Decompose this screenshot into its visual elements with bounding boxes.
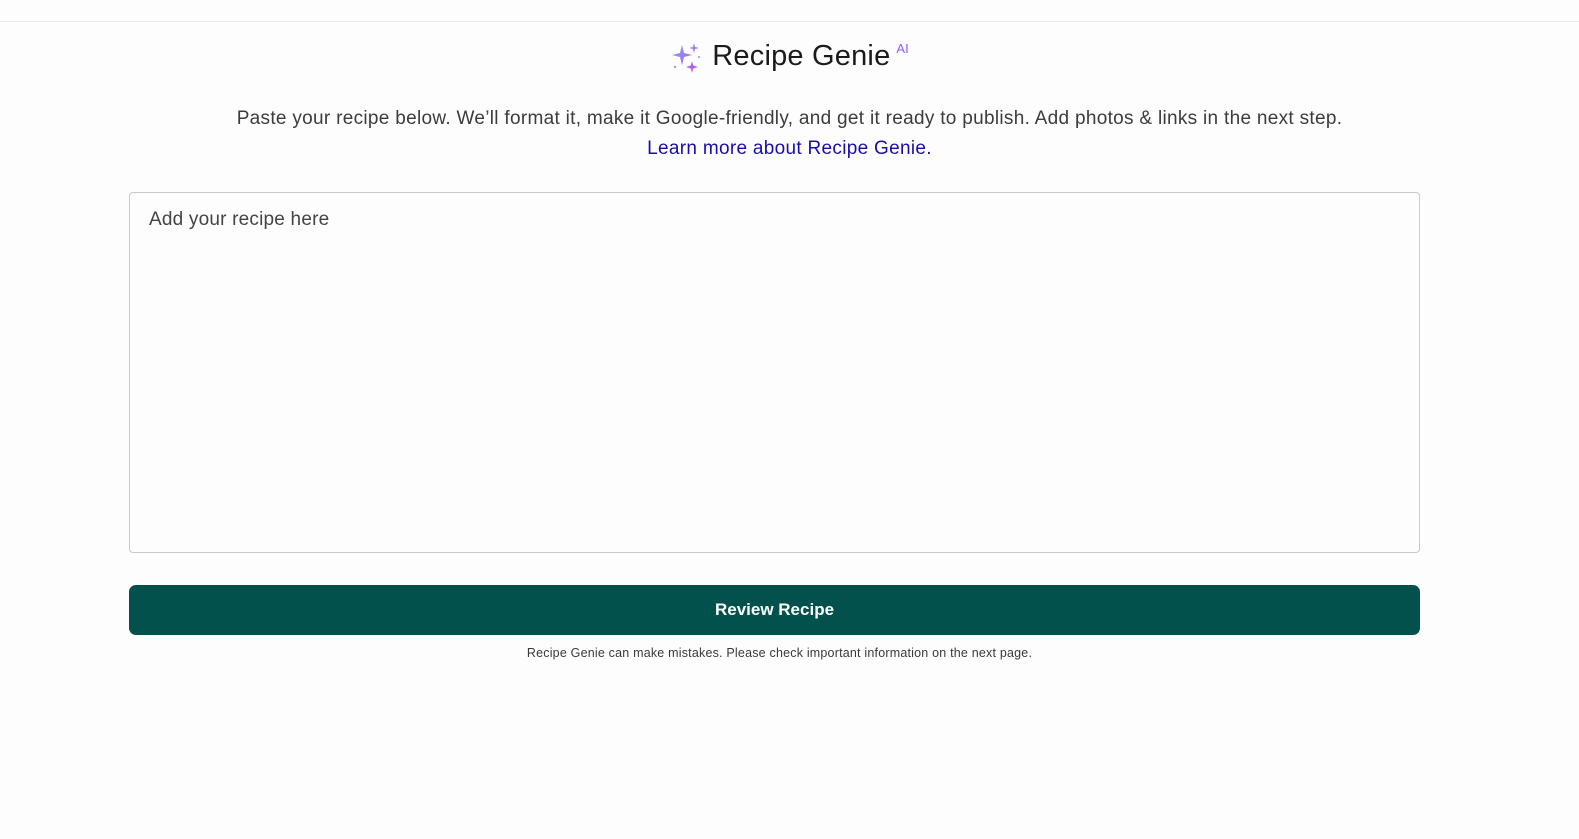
page-header: Recipe Genie AI [0, 40, 1579, 73]
recipe-input[interactable] [129, 192, 1420, 553]
review-recipe-button[interactable]: Review Recipe [129, 585, 1420, 635]
top-bar [0, 0, 1579, 22]
description: Paste your recipe below. We’ll format it… [236, 108, 1343, 129]
sparkles-icon [670, 41, 702, 73]
page-title: Recipe Genie [712, 40, 891, 72]
ai-badge: AI [896, 41, 909, 56]
disclaimer-text: Recipe Genie can make mistakes. Please c… [526, 646, 1033, 660]
intro-text: Paste your recipe below. We’ll format it… [0, 104, 1579, 164]
learn-more-link[interactable]: Learn more about Recipe Genie. [647, 134, 932, 164]
